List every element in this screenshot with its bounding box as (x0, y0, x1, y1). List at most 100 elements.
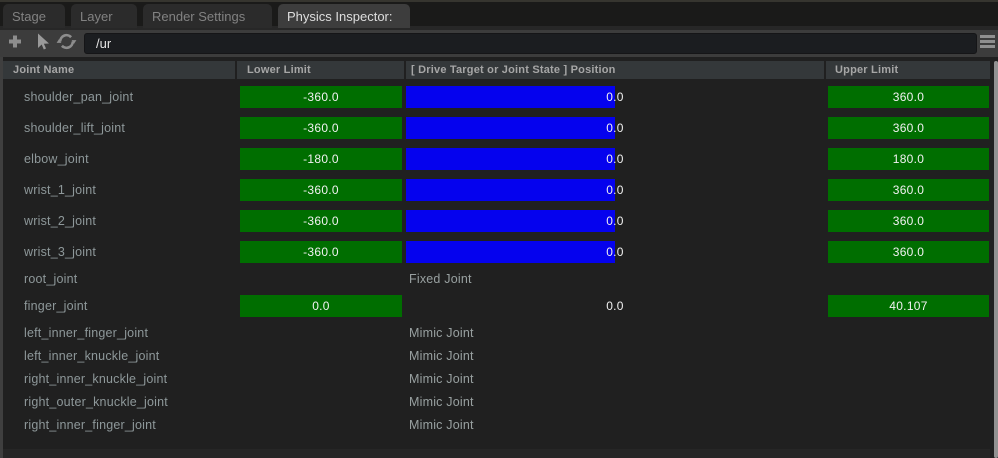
position-value: 0.0 (406, 148, 824, 170)
upper-limit-box[interactable]: 360.0 (828, 179, 989, 201)
upper-limit-cell: 40.107 (826, 295, 990, 317)
table-row: right_outer_knuckle_joint Mimic Joint (3, 390, 990, 413)
position-value: 0.0 (406, 86, 824, 108)
position-cell: 0.0 (406, 86, 824, 108)
panel-bottom-strip (3, 449, 990, 458)
position-cell: 0.0 (406, 148, 824, 170)
tab-bar: Stage Layer Render Settings Physics Insp… (0, 0, 998, 30)
table-row: right_inner_knuckle_joint Mimic Joint (3, 367, 990, 390)
column-header-joint-name: Joint Name (3, 61, 235, 79)
tab-render-settings[interactable]: Render Settings (143, 4, 272, 28)
joint-type-label: Mimic Joint (406, 395, 474, 409)
position-cell: Fixed Joint (406, 270, 824, 288)
upper-limit-box[interactable]: 40.107 (828, 295, 989, 317)
position-value: 0.0 (406, 179, 824, 201)
column-header-upper-limit: Upper Limit (826, 61, 990, 79)
prim-path-input[interactable] (84, 33, 977, 54)
joint-table-panel: Joint Name Lower Limit [ Drive Target or… (0, 57, 998, 458)
joint-name: finger_joint (3, 299, 235, 313)
position-cell: Mimic Joint (406, 370, 824, 388)
refresh-icon[interactable] (56, 31, 77, 56)
position-cell: 0.0 (406, 210, 824, 232)
table-row: wrist_2_joint -360.0 0.0 360.0 (3, 205, 990, 236)
table-row: elbow_joint -180.0 0.0 180.0 (3, 143, 990, 174)
lower-limit-box[interactable]: 0.0 (240, 295, 402, 317)
tabs-container: Stage Layer Render Settings Physics Insp… (3, 4, 410, 28)
joint-type-label: Mimic Joint (406, 418, 474, 432)
column-header-position: [ Drive Target or Joint State ] Position (406, 61, 824, 79)
lower-limit-box[interactable]: -180.0 (240, 148, 402, 170)
position-cell: Mimic Joint (406, 416, 824, 434)
position-value: 0.0 (406, 241, 824, 263)
upper-limit-box[interactable]: 180.0 (828, 148, 989, 170)
toolbar (0, 30, 998, 57)
position-cell: Mimic Joint (406, 347, 824, 365)
upper-limit-cell: 360.0 (826, 117, 990, 139)
position-slider[interactable]: 0.0 (406, 86, 824, 108)
table-row: left_inner_knuckle_joint Mimic Joint (3, 344, 990, 367)
upper-limit-box[interactable]: 360.0 (828, 241, 989, 263)
joint-name: left_inner_finger_joint (3, 326, 235, 340)
position-cell: 0.0 (406, 117, 824, 139)
position-slider[interactable]: 0.0 (406, 295, 824, 317)
upper-limit-cell: 360.0 (826, 86, 990, 108)
hamburger-menu-icon[interactable] (980, 33, 996, 55)
table-row: root_joint Fixed Joint (3, 267, 990, 290)
position-slider[interactable]: 0.0 (406, 179, 824, 201)
lower-limit-cell: -360.0 (237, 179, 404, 201)
joint-name: wrist_2_joint (3, 214, 235, 228)
lower-limit-cell: -180.0 (237, 148, 404, 170)
joint-name: root_joint (3, 272, 235, 286)
physics-inspector-window: Stage Layer Render Settings Physics Insp… (0, 0, 998, 458)
position-slider[interactable]: 0.0 (406, 148, 824, 170)
table-row: finger_joint 0.0 0.0 40.107 (3, 290, 990, 321)
table-row: wrist_1_joint -360.0 0.0 360.0 (3, 174, 990, 205)
column-header-lower-limit: Lower Limit (237, 61, 404, 79)
lower-limit-cell: -360.0 (237, 241, 404, 263)
lower-limit-cell: -360.0 (237, 86, 404, 108)
position-cell: 0.0 (406, 179, 824, 201)
lower-limit-box[interactable]: -360.0 (240, 179, 402, 201)
position-slider[interactable]: 0.0 (406, 241, 824, 263)
plus-icon[interactable] (6, 32, 24, 55)
tab-stage[interactable]: Stage (3, 4, 65, 28)
position-cell: Mimic Joint (406, 393, 824, 411)
upper-limit-box[interactable]: 360.0 (828, 210, 989, 232)
cursor-icon[interactable] (33, 32, 51, 55)
position-cell: 0.0 (406, 241, 824, 263)
upper-limit-cell: 360.0 (826, 241, 990, 263)
lower-limit-box[interactable]: -360.0 (240, 117, 402, 139)
table-row: shoulder_lift_joint -360.0 0.0 360.0 (3, 112, 990, 143)
joint-name: wrist_3_joint (3, 245, 235, 259)
upper-limit-box[interactable]: 360.0 (828, 117, 989, 139)
upper-limit-cell: 360.0 (826, 210, 990, 232)
upper-limit-box[interactable]: 360.0 (828, 86, 989, 108)
joint-name: right_outer_knuckle_joint (3, 395, 235, 409)
joint-type-label: Fixed Joint (406, 272, 472, 286)
joint-name: wrist_1_joint (3, 183, 235, 197)
position-value: 0.0 (406, 117, 824, 139)
position-value: 0.0 (406, 210, 824, 232)
joint-type-label: Mimic Joint (406, 326, 474, 340)
joint-name: shoulder_pan_joint (3, 90, 235, 104)
table-row: right_inner_finger_joint Mimic Joint (3, 413, 990, 436)
lower-limit-box[interactable]: -360.0 (240, 86, 402, 108)
table-row: left_inner_finger_joint Mimic Joint (3, 321, 990, 344)
joint-name: shoulder_lift_joint (3, 121, 235, 135)
lower-limit-cell: 0.0 (237, 295, 404, 317)
tab-physics-inspector[interactable]: Physics Inspector: (278, 4, 410, 28)
upper-limit-cell: 180.0 (826, 148, 990, 170)
table-header-row: Joint Name Lower Limit [ Drive Target or… (3, 61, 990, 79)
lower-limit-cell: -360.0 (237, 117, 404, 139)
position-slider[interactable]: 0.0 (406, 117, 824, 139)
lower-limit-box[interactable]: -360.0 (240, 210, 402, 232)
joint-type-label: Mimic Joint (406, 349, 474, 363)
tab-layer[interactable]: Layer (71, 4, 137, 28)
lower-limit-box[interactable]: -360.0 (240, 241, 402, 263)
position-cell: Mimic Joint (406, 324, 824, 342)
joint-type-label: Mimic Joint (406, 372, 474, 386)
table-row: shoulder_pan_joint -360.0 0.0 360.0 (3, 81, 990, 112)
joint-name: right_inner_knuckle_joint (3, 372, 235, 386)
position-slider[interactable]: 0.0 (406, 210, 824, 232)
vertical-scrollbar[interactable] (994, 61, 998, 458)
